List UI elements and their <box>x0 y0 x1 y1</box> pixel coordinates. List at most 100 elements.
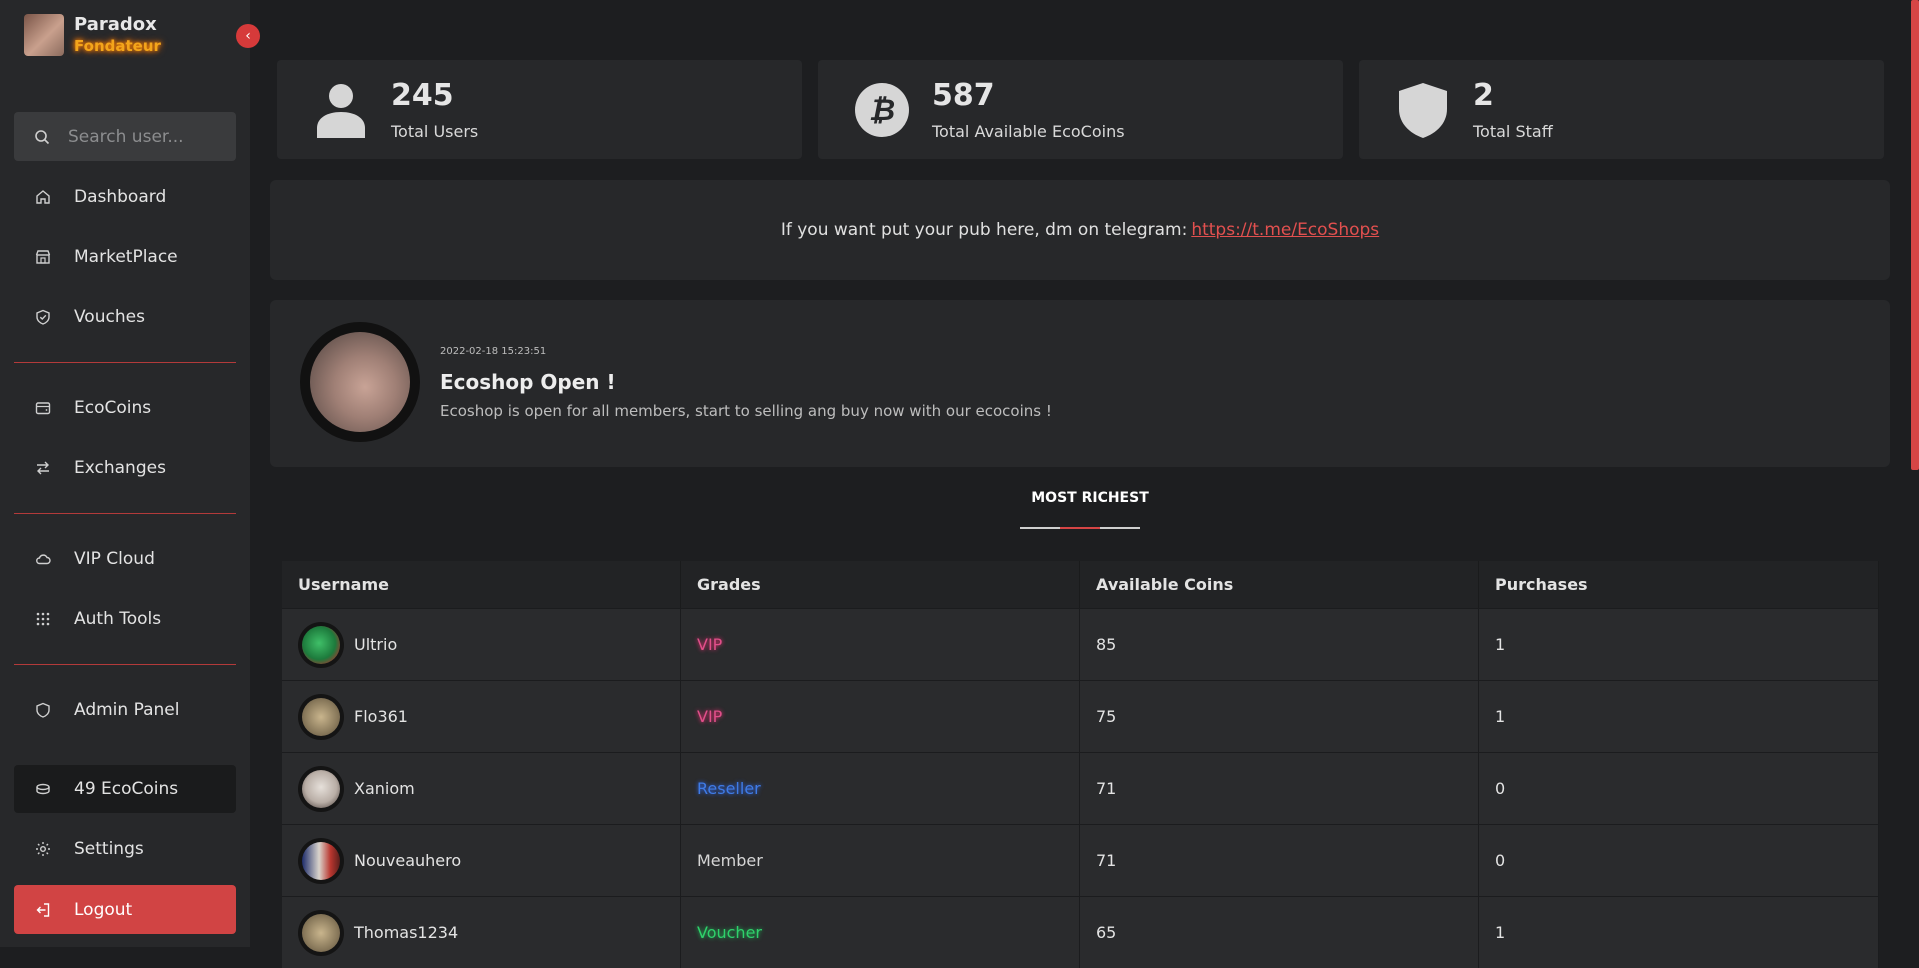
search-icon <box>35 129 50 144</box>
avatar <box>298 765 344 812</box>
telegram-link[interactable]: https://t.me/EcoShops <box>1191 220 1379 240</box>
sidebar-item-marketplace[interactable]: MarketPlace <box>14 234 236 280</box>
sidebar-item-label: Admin Panel <box>74 700 180 720</box>
section-title: MOST RICHEST <box>1031 490 1149 506</box>
sidebar-item-label: EcoCoins <box>74 398 152 418</box>
table-header: Username Grades Available Coins Purchase… <box>282 561 1879 608</box>
purchases: 1 <box>1495 635 1506 654</box>
advertisement-banner: If you want put your pub here, dm on tel… <box>270 180 1890 280</box>
sidebar-item-settings[interactable]: Settings <box>14 826 236 872</box>
wallet-icon <box>34 399 52 417</box>
store-icon <box>34 248 52 266</box>
user-profile[interactable]: Paradox Fondateur <box>24 14 161 56</box>
scrollbar-thumb[interactable] <box>1911 0 1919 470</box>
search-input[interactable] <box>68 126 228 147</box>
shield-icon <box>34 701 52 719</box>
section-underline <box>1020 527 1140 529</box>
logout-button[interactable]: Logout <box>14 885 236 934</box>
stat-card-users: 245 Total Users <box>277 60 802 159</box>
sidebar-item-label: Settings <box>74 839 144 859</box>
gear-icon <box>34 840 52 858</box>
shield-check-icon <box>34 308 52 326</box>
sidebar-item-label: Auth Tools <box>74 609 162 629</box>
username: Flo361 <box>354 707 408 726</box>
sidebar-item-admin-panel[interactable]: Admin Panel <box>14 687 236 733</box>
sidebar-item-auth-tools[interactable]: Auth Tools <box>14 596 236 642</box>
column-header-grades: Grades <box>681 561 1080 608</box>
stat-card-ecocoins: ₿ 587 Total Available EcoCoins <box>818 60 1343 159</box>
sidebar-item-vouches[interactable]: Vouches <box>14 294 236 340</box>
table-row[interactable]: Thomas1234 Voucher 65 1 <box>282 896 1879 968</box>
sidebar-item-label: VIP Cloud <box>74 549 155 569</box>
stat-value: 587 <box>932 78 995 113</box>
coins-icon <box>34 780 52 798</box>
grade-badge: VIP <box>697 707 723 726</box>
svg-text:₿: ₿ <box>869 93 895 128</box>
sidebar-item-dashboard[interactable]: Dashboard <box>14 174 236 220</box>
available-coins: 85 <box>1096 635 1117 654</box>
column-header-username: Username <box>282 561 681 608</box>
sidebar-item-label: Exchanges <box>74 458 166 478</box>
purchases: 0 <box>1495 851 1506 870</box>
column-header-purchases: Purchases <box>1479 561 1879 608</box>
cloud-icon <box>34 550 52 568</box>
chevron-left-icon: ‹ <box>245 28 251 44</box>
stat-label: Total Staff <box>1473 122 1553 141</box>
sidebar-item-label: Dashboard <box>74 187 167 207</box>
advertisement-text: If you want put your pub here, dm on tel… <box>780 220 1188 240</box>
collapse-sidebar-button[interactable]: ‹ <box>236 24 260 48</box>
avatar <box>298 621 344 668</box>
available-coins: 71 <box>1096 779 1117 798</box>
scrollbar[interactable] <box>1911 0 1919 947</box>
news-title: Ecoshop Open ! <box>440 370 616 394</box>
news-description: Ecoshop is open for all members, start t… <box>440 402 1052 420</box>
bitcoin-icon: ₿ <box>854 82 910 138</box>
profile-role: Fondateur <box>74 37 161 55</box>
table-row[interactable]: Ultrio VIP 85 1 <box>282 608 1879 680</box>
stat-card-staff: 2 Total Staff <box>1359 60 1884 159</box>
grid-dots-icon <box>34 610 52 628</box>
richest-table: Username Grades Available Coins Purchase… <box>282 561 1879 968</box>
username: Thomas1234 <box>354 923 459 942</box>
profile-name: Paradox <box>74 14 157 35</box>
shield-icon <box>1395 82 1451 138</box>
stat-value: 2 <box>1473 78 1494 113</box>
sidebar-item-ecocoins[interactable]: EcoCoins <box>14 385 236 431</box>
sidebar-divider <box>14 362 236 363</box>
sidebar-divider <box>14 664 236 665</box>
sidebar-item-vip-cloud[interactable]: VIP Cloud <box>14 536 236 582</box>
purchases: 1 <box>1495 707 1506 726</box>
sidebar-item-label: Vouches <box>74 307 145 327</box>
sidebar-coin-balance[interactable]: 49 EcoCoins <box>14 765 236 813</box>
avatar <box>298 909 344 956</box>
user-icon <box>313 82 369 138</box>
table-row[interactable]: Xaniom Reseller 71 0 <box>282 752 1879 824</box>
username: Xaniom <box>354 779 415 798</box>
table-row[interactable]: Flo361 VIP 75 1 <box>282 680 1879 752</box>
news-card: 2022-02-18 15:23:51 Ecoshop Open ! Ecosh… <box>270 300 1890 467</box>
stat-value: 245 <box>391 78 454 113</box>
column-header-coins: Available Coins <box>1080 561 1479 608</box>
stat-label: Total Available EcoCoins <box>932 122 1125 141</box>
available-coins: 75 <box>1096 707 1117 726</box>
username: Ultrio <box>354 635 398 654</box>
sidebar-item-exchanges[interactable]: Exchanges <box>14 445 236 491</box>
grade-badge: Voucher <box>697 923 762 942</box>
grade-badge: VIP <box>697 635 723 654</box>
sidebar-item-label: MarketPlace <box>74 247 178 267</box>
grade-badge: Reseller <box>697 779 761 798</box>
logout-icon <box>34 901 52 919</box>
search-box <box>14 112 236 161</box>
sidebar: Paradox Fondateur Dashboard MarketPlace … <box>0 0 250 947</box>
purchases: 0 <box>1495 779 1506 798</box>
swap-icon <box>34 459 52 477</box>
avatar <box>298 837 344 884</box>
news-author-avatar <box>300 322 420 442</box>
username: Nouveauhero <box>354 851 462 870</box>
sidebar-divider <box>14 513 236 514</box>
available-coins: 65 <box>1096 923 1117 942</box>
sidebar-item-label: 49 EcoCoins <box>74 779 179 799</box>
avatar <box>298 693 344 740</box>
sidebar-item-label: Logout <box>74 899 133 920</box>
table-row[interactable]: Nouveauhero Member 71 0 <box>282 824 1879 896</box>
